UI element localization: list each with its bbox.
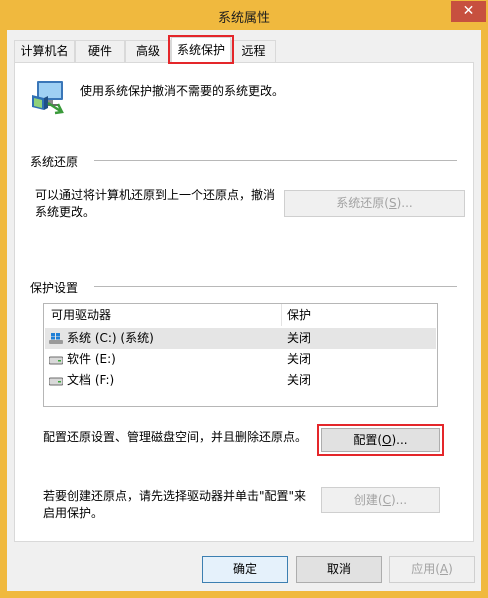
system-restore-button-label: 系统还原( [336,196,389,210]
cancel-button[interactable]: 取消 [296,556,382,583]
intro-text: 使用系统保护撤消不需要的系统更改。 [80,84,285,98]
configure-button-suffix: )... [391,433,408,447]
ok-button[interactable]: 确定 [202,556,288,583]
drive-row[interactable]: 软件 (E:) 关闭 [45,349,436,370]
apply-accelerator: A [439,562,449,576]
windows-drive-icon [49,333,63,344]
drive-name: 文档 (F:) [67,373,115,387]
create-button[interactable]: 创建(C)... [321,487,440,513]
tab-hardware[interactable]: 硬件 [75,40,125,62]
create-button-label: 创建( [353,493,383,507]
drive-name: 软件 (E:) [67,352,116,366]
hard-drive-icon [49,356,63,365]
drive-row[interactable]: 文档 (F:) 关闭 [45,370,436,391]
column-separator[interactable] [281,304,282,326]
hard-drive-icon [49,377,63,386]
create-description-line2: 启用保护。 [43,506,104,520]
system-restore-button[interactable]: 系统还原(S)... [284,190,465,217]
configure-button[interactable]: 配置(O)... [321,428,440,452]
drive-protection-status: 关闭 [287,352,312,366]
system-restore-accelerator: S [388,196,397,210]
apply-button-label: 应用( [411,562,440,576]
system-restore-divider [94,160,457,161]
close-button[interactable]: ✕ [451,1,486,22]
configure-accelerator: O [382,433,392,447]
create-description-line1: 若要创建还原点，请先选择驱动器并单击"配置"来 [43,489,307,503]
window-title: 系统属性 [217,11,270,26]
drive-name: 系统 (C:) (系统) [67,331,154,345]
tab-system-protection[interactable]: 系统保护 [171,37,231,63]
tab-computer-name[interactable]: 计算机名 [14,40,75,62]
apply-button-suffix: ) [448,562,453,576]
drive-row[interactable]: 系统 (C:) (系统) 关闭 [45,328,436,349]
tab-panel [14,62,474,542]
system-restore-button-suffix: )... [396,196,413,210]
tab-advanced[interactable]: 高级 [125,40,171,62]
close-icon: ✕ [462,3,475,19]
create-accelerator: C [382,493,391,507]
system-restore-description-line2: 系统更改。 [35,205,96,219]
tab-remote[interactable]: 远程 [231,40,276,62]
configure-button-label: 配置( [353,433,383,447]
drive-protection-status: 关闭 [287,331,312,345]
system-protection-icon [32,81,64,115]
column-header-protection[interactable]: 保护 [287,304,311,326]
create-button-suffix: )... [390,493,408,507]
apply-button[interactable]: 应用(A) [389,556,475,583]
configure-description: 配置还原设置、管理磁盘空间，并且删除还原点。 [43,430,308,444]
protection-settings-divider [94,286,457,287]
column-header-drive[interactable]: 可用驱动器 [51,304,111,326]
drive-protection-status: 关闭 [287,373,312,387]
protection-settings-group-title: 保护设置 [30,279,87,296]
drives-list[interactable]: 可用驱动器 保护 系统 (C:) (系统) 关闭 软件 (E:) 关闭 文档 (… [43,303,438,407]
system-restore-description-line1: 可以通过将计算机还原到上一个还原点，撤消 [35,188,276,202]
system-restore-group-title: 系统还原 [30,153,87,170]
